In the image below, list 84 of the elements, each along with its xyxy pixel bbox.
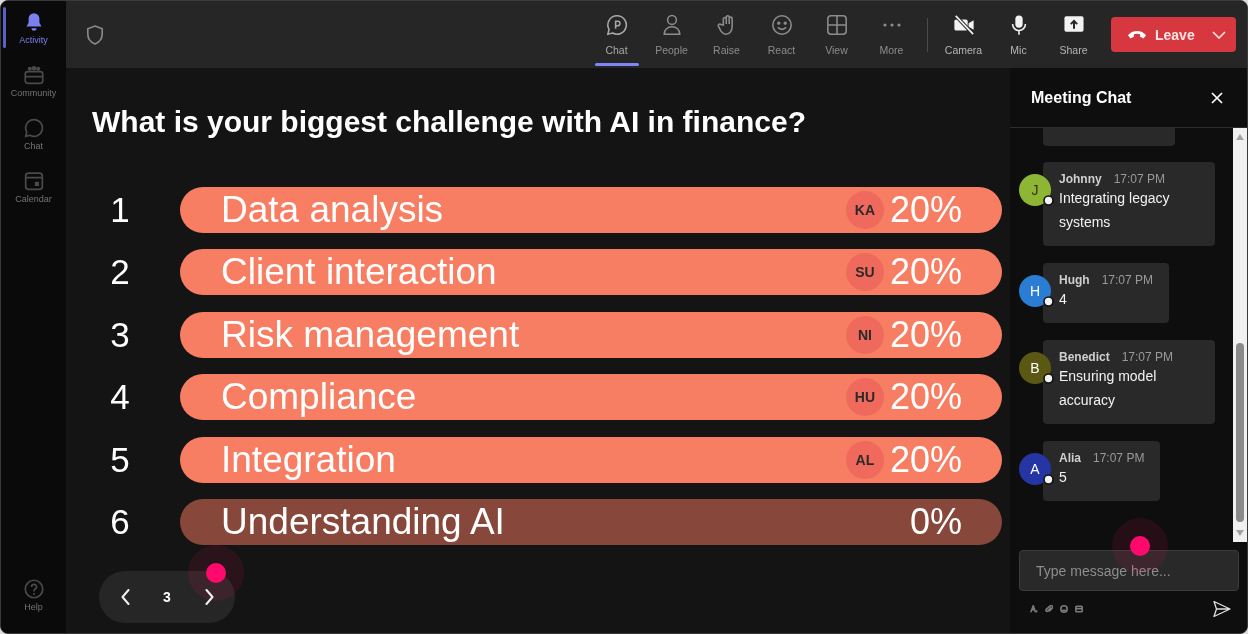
option-label: Client interaction bbox=[221, 251, 498, 294]
voter-avatar: KA bbox=[845, 191, 884, 229]
author-name: Johnny bbox=[1059, 172, 1102, 186]
help-button[interactable]: Help bbox=[1, 568, 66, 633]
close-icon bbox=[1211, 91, 1223, 104]
option-percent: 20% bbox=[889, 189, 962, 231]
option-label: Data analysis bbox=[221, 189, 445, 231]
option-label: Compliance bbox=[221, 376, 418, 419]
message-input[interactable]: Type message here... bbox=[1019, 550, 1239, 591]
voter-avatar: NI bbox=[845, 315, 884, 354]
author-name: Alia bbox=[1059, 451, 1081, 465]
pointer-dot-icon bbox=[188, 544, 244, 601]
shield-icon bbox=[86, 24, 104, 45]
message-text: 5 bbox=[1059, 468, 1068, 487]
leave-button[interactable]: Leave bbox=[1111, 17, 1236, 52]
option-number: 2 bbox=[109, 252, 131, 293]
option-label: Risk management bbox=[221, 313, 521, 356]
format-icon[interactable] bbox=[1030, 605, 1038, 613]
chevron-down-icon bbox=[1212, 30, 1226, 39]
attach-icon[interactable] bbox=[1045, 605, 1053, 613]
smiley-icon bbox=[770, 14, 793, 36]
option-number: 5 bbox=[109, 439, 131, 480]
toolbar-button[interactable]: Raise bbox=[699, 1, 754, 68]
chat-icon bbox=[23, 118, 44, 138]
author-name: Hugh bbox=[1059, 273, 1090, 287]
toolbar-button[interactable]: People bbox=[644, 1, 699, 68]
poll-question: What is your biggest challenge with AI in finance? bbox=[92, 104, 807, 139]
option-label: Understanding AI bbox=[221, 500, 506, 543]
toolbar-button[interactable]: Mic bbox=[991, 1, 1046, 68]
chevron-right-icon bbox=[204, 588, 214, 605]
phone-icon bbox=[1127, 30, 1147, 39]
person-icon bbox=[660, 14, 683, 36]
option-percent: 20% bbox=[889, 313, 962, 356]
message-time: 17:07 PM bbox=[1093, 451, 1145, 465]
grid-icon bbox=[825, 14, 848, 36]
message-text: Integrating legacy systems bbox=[1059, 189, 1171, 232]
help-icon bbox=[23, 579, 44, 599]
toolbar-button[interactable]: Chat bbox=[589, 1, 644, 68]
send-button[interactable] bbox=[1213, 600, 1231, 618]
message-time: 17:07 PM bbox=[1113, 172, 1166, 186]
author-name: Benedict bbox=[1059, 350, 1110, 364]
option-label: Integration bbox=[221, 438, 397, 481]
chat-icon bbox=[605, 14, 628, 36]
ellipsis-icon bbox=[882, 23, 901, 27]
smiley-icon[interactable] bbox=[1060, 605, 1068, 613]
share-screen-icon bbox=[1062, 15, 1085, 35]
sidebar-item[interactable]: Calendar bbox=[1, 160, 66, 213]
option-number: 4 bbox=[109, 377, 131, 418]
sidebar-item[interactable]: Community bbox=[1, 54, 66, 107]
card-icon[interactable] bbox=[1075, 605, 1083, 613]
page-number: 3 bbox=[162, 588, 172, 605]
chat-title: Meeting Chat bbox=[1031, 88, 1133, 107]
status-dot-icon bbox=[1043, 373, 1054, 384]
toolbar-button[interactable]: React bbox=[754, 1, 809, 68]
chevron-left-icon bbox=[120, 588, 130, 605]
group-icon bbox=[23, 65, 44, 85]
message-text: Ensuring model accuracy bbox=[1059, 367, 1158, 410]
sidebar-item[interactable]: Chat bbox=[1, 107, 66, 160]
status-dot-icon bbox=[1043, 195, 1054, 206]
message-time: 17:07 PM bbox=[1101, 273, 1154, 287]
option-percent: 20% bbox=[889, 376, 962, 419]
status-dot-icon bbox=[1043, 474, 1054, 485]
option-number: 6 bbox=[109, 501, 131, 542]
option-number: 1 bbox=[109, 190, 131, 230]
voter-avatar: AL bbox=[845, 440, 884, 479]
send-icon bbox=[1213, 600, 1231, 618]
toolbar-button[interactable]: More bbox=[864, 1, 919, 68]
scrollbar-track[interactable] bbox=[1233, 128, 1247, 542]
sidebar-item[interactable]: Activity bbox=[1, 1, 66, 54]
camera-off-icon bbox=[952, 14, 975, 36]
toolbar-button[interactable]: Camera bbox=[936, 1, 991, 68]
option-percent: 20% bbox=[889, 438, 962, 481]
message-time: 17:07 PM bbox=[1121, 350, 1174, 364]
toolbar-button[interactable]: Share bbox=[1046, 1, 1101, 68]
toolbar-button[interactable]: View bbox=[809, 1, 864, 68]
scrollbar-thumb[interactable] bbox=[1236, 343, 1244, 522]
message-text: 4 bbox=[1059, 290, 1068, 309]
voter-avatar: SU bbox=[845, 253, 884, 292]
option-percent: 20% bbox=[889, 251, 962, 294]
voter-avatar: HU bbox=[845, 378, 884, 417]
status-dot-icon bbox=[1043, 296, 1054, 307]
calendar-icon bbox=[23, 171, 44, 191]
option-percent: 0% bbox=[909, 500, 962, 543]
option-number: 3 bbox=[109, 314, 131, 355]
